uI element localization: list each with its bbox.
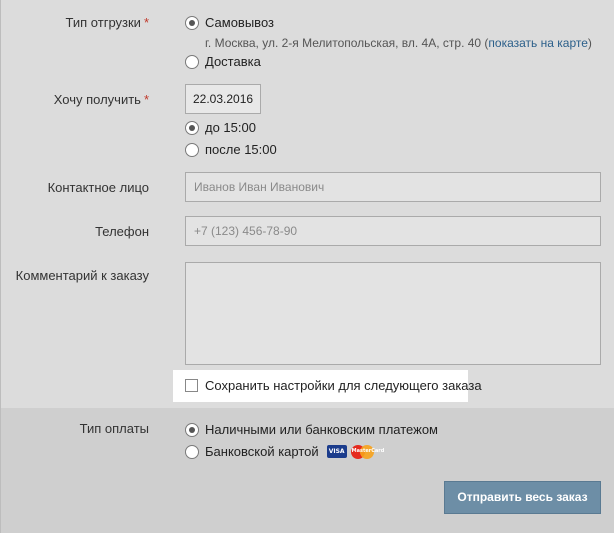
shipping-type-label: Тип отгрузки * <box>66 15 149 30</box>
radio-button-checked[interactable] <box>185 15 199 30</box>
time-option-label: до 15:00 <box>205 120 256 135</box>
radio-button-checked[interactable] <box>185 422 199 437</box>
date-input[interactable]: 22.03.2016 <box>185 84 261 114</box>
time-option-label: после 15:00 <box>205 142 277 157</box>
pickup-address: г. Москва, ул. 2-я Мелитопольская, вл. 4… <box>205 36 592 50</box>
receive-date-label: Хочу получить * <box>54 92 149 107</box>
save-settings-label: Сохранить настройки для следующего заказ… <box>205 378 482 393</box>
radio-button[interactable] <box>185 54 199 69</box>
radio-button[interactable] <box>185 444 199 459</box>
payment-option-cash[interactable]: Наличными или банковским платежом <box>185 422 438 437</box>
card-icons: VISA MasterCard <box>326 444 384 459</box>
phone-label: Телефон <box>95 224 149 239</box>
save-settings-checkbox[interactable] <box>185 379 198 392</box>
order-form: Тип отгрузки * Самовывоз г. Москва, ул. 2… <box>0 0 614 533</box>
submit-order-button[interactable]: Отправить весь заказ <box>444 481 601 514</box>
shipping-option-pickup[interactable]: Самовывоз <box>185 15 274 30</box>
radio-button-checked[interactable] <box>185 120 199 135</box>
contact-person-input[interactable]: Иванов Иван Иванович <box>185 172 601 202</box>
shipping-type-label-text: Тип отгрузки <box>65 15 141 30</box>
visa-icon: VISA <box>326 445 347 458</box>
mastercard-icon-text: MasterCard <box>351 447 385 454</box>
pickup-address-close: ) <box>587 36 592 50</box>
radio-button[interactable] <box>185 142 199 157</box>
shipping-option-label: Доставка <box>205 54 261 69</box>
required-mark: * <box>143 15 149 30</box>
time-option-after-15[interactable]: после 15:00 <box>185 142 277 157</box>
payment-option-label: Банковской картой <box>205 444 319 459</box>
payment-option-card[interactable]: Банковской картой VISA MasterCard <box>185 444 384 459</box>
time-option-before-15[interactable]: до 15:00 <box>185 120 256 135</box>
phone-input[interactable]: +7 (123) 456-78-90 <box>185 216 601 246</box>
shipping-option-label: Самовывоз <box>205 15 274 30</box>
pickup-address-text: г. Москва, ул. 2-я Мелитопольская, вл. 4… <box>205 36 489 50</box>
payment-option-label: Наличными или банковским платежом <box>205 422 438 437</box>
comment-label: Комментарий к заказу <box>15 268 149 283</box>
mastercard-icon: MasterCard <box>350 444 384 459</box>
payment-type-label: Тип оплаты <box>79 421 149 436</box>
contact-person-label: Контактное лицо <box>47 180 149 195</box>
show-on-map-link[interactable]: показать на карте <box>488 36 588 50</box>
required-mark: * <box>143 92 149 107</box>
shipping-option-delivery[interactable]: Доставка <box>185 54 261 69</box>
comment-textarea[interactable] <box>185 262 601 365</box>
save-settings-option[interactable]: Сохранить настройки для следующего заказ… <box>185 378 482 393</box>
receive-date-label-text: Хочу получить <box>53 92 141 107</box>
